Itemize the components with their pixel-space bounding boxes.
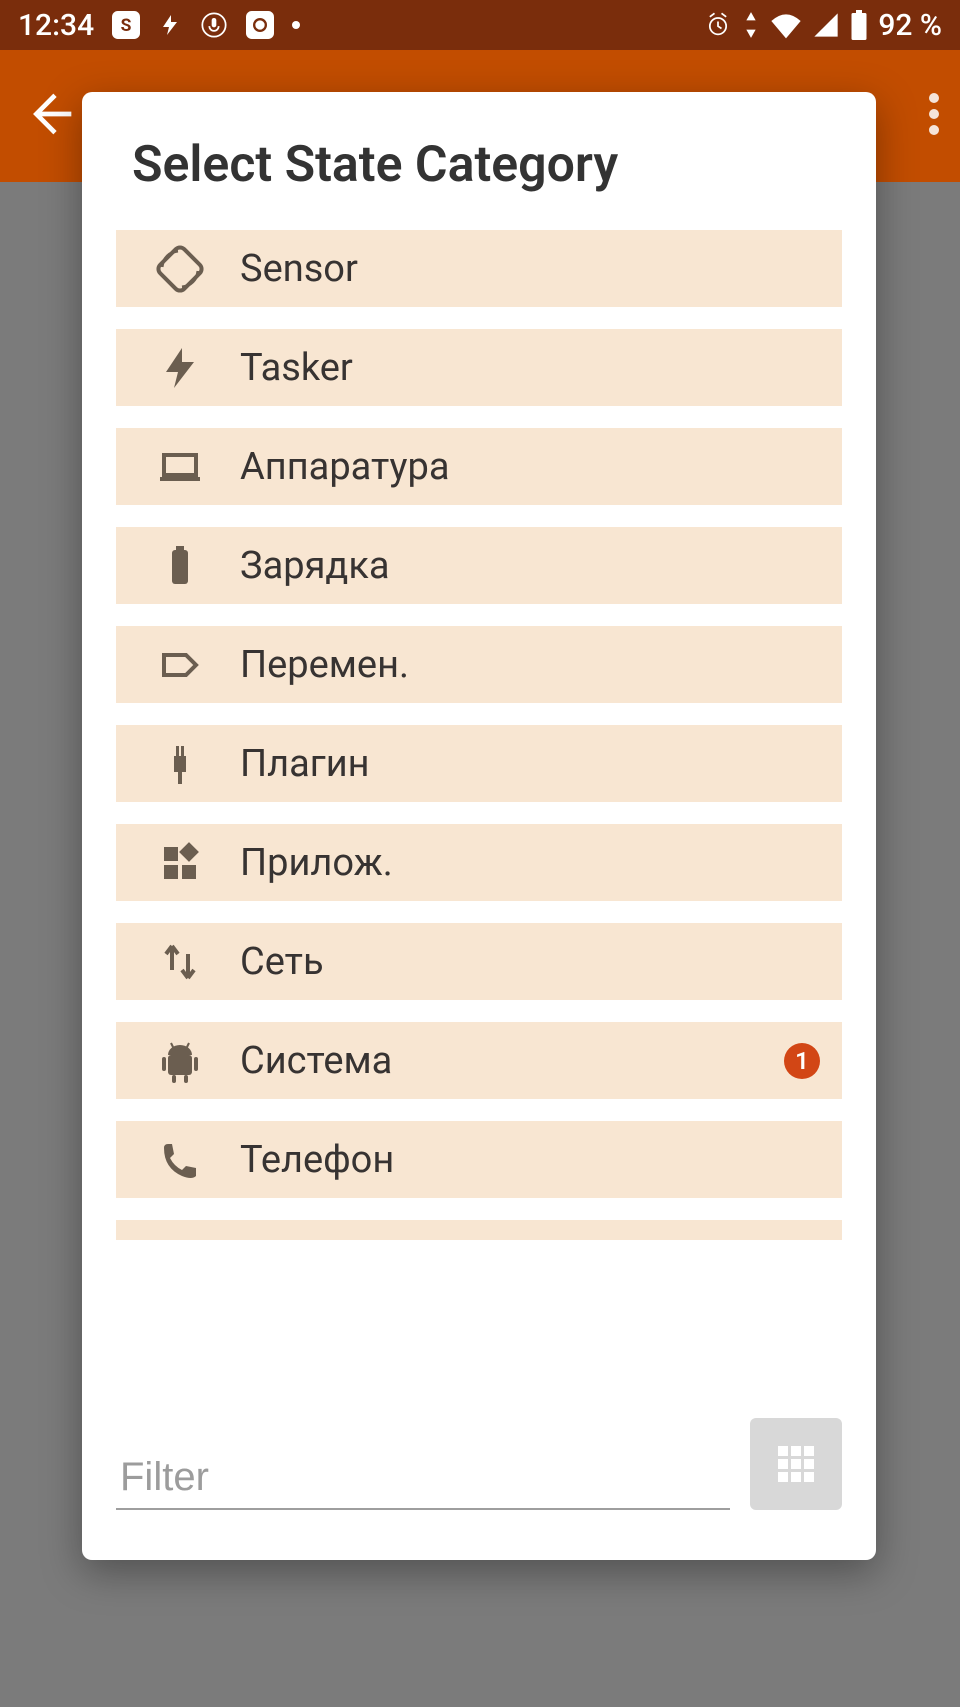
data-icon xyxy=(742,11,760,39)
status-bar: 12:34 S 92 % xyxy=(0,0,960,50)
grid-view-button[interactable] xyxy=(750,1418,842,1510)
badge: 1 xyxy=(784,1043,820,1079)
android-icon xyxy=(138,1037,222,1085)
category-label: Аппаратура xyxy=(240,445,450,489)
apps-icon xyxy=(138,839,222,887)
battery-pct: 92 % xyxy=(878,8,942,43)
category-item[interactable]: Зарядка xyxy=(116,527,842,604)
category-list: Sensor Tasker Аппаратура Зарядка Перемен. Пла… xyxy=(82,230,876,1390)
category-item[interactable]: Сеть xyxy=(116,923,842,1000)
category-item[interactable]: Телефон xyxy=(116,1121,842,1198)
battery-icon xyxy=(850,10,868,40)
alarm-icon xyxy=(704,11,732,39)
category-label: Система xyxy=(240,1039,392,1083)
overflow-menu-button[interactable] xyxy=(928,90,940,142)
category-item[interactable]: Перемен. xyxy=(116,626,842,703)
category-item[interactable]: Аппаратура xyxy=(116,428,842,505)
category-item[interactable]: Sensor xyxy=(116,230,842,307)
updown-icon xyxy=(138,938,222,986)
back-button[interactable] xyxy=(20,86,76,146)
battery-icon xyxy=(138,542,222,590)
category-label: Tasker xyxy=(240,346,353,390)
dot-icon xyxy=(292,21,300,29)
category-label: Прилож. xyxy=(240,841,393,885)
phone-icon xyxy=(138,1136,222,1184)
category-item[interactable]: Прилож. xyxy=(116,824,842,901)
status-time: 12:34 xyxy=(18,8,94,43)
dialog-footer xyxy=(82,1390,876,1560)
tag-icon xyxy=(138,641,222,689)
category-label: Телефон xyxy=(240,1138,394,1182)
category-label: Sensor xyxy=(240,247,358,291)
filter-wrap xyxy=(116,1447,730,1510)
dialog-title: Select State Category xyxy=(82,92,876,230)
select-state-category-dialog: Select State Category Sensor Tasker Аппара… xyxy=(82,92,876,1560)
flash-icon xyxy=(138,344,222,392)
filter-input[interactable] xyxy=(116,1447,730,1510)
category-label: Плагин xyxy=(240,742,370,786)
plug-icon xyxy=(138,740,222,788)
category-label: Перемен. xyxy=(240,643,409,687)
svg-text:S: S xyxy=(121,16,132,36)
laptop-icon xyxy=(138,443,222,491)
cell-icon xyxy=(812,11,840,39)
category-label: Сеть xyxy=(240,940,324,984)
mic-icon xyxy=(200,11,228,39)
category-item[interactable]: Плагин xyxy=(116,725,842,802)
rotate-icon xyxy=(138,245,222,293)
category-item[interactable]: Tasker xyxy=(116,329,842,406)
wifi-icon xyxy=(770,11,802,39)
app-icon xyxy=(246,11,274,39)
category-label: Зарядка xyxy=(240,544,390,588)
category-item-partial[interactable] xyxy=(116,1220,842,1240)
category-item[interactable]: Система 1 xyxy=(116,1022,842,1099)
flash-icon xyxy=(158,11,182,39)
skype-icon: S xyxy=(112,11,140,39)
status-left: 12:34 S xyxy=(18,8,300,43)
status-right: 92 % xyxy=(704,8,942,43)
